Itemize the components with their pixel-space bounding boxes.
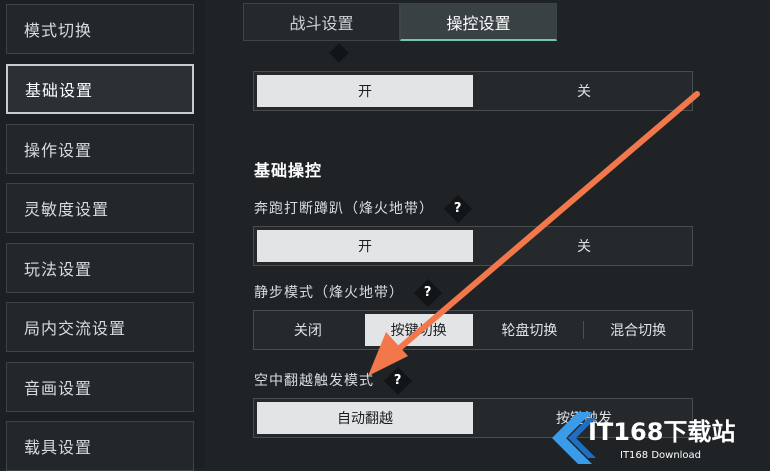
sidebar-item-gameplay-settings[interactable]: 玩法设置 [6, 243, 194, 293]
section-title: 基础操控 [254, 161, 323, 180]
option-on-button[interactable]: 开 [257, 230, 473, 262]
watermark-text: IT168下载站 [588, 418, 736, 446]
watermark-subtext: IT168 Download [620, 450, 702, 461]
sidebar-item-mode-switch[interactable]: 模式切换 [6, 4, 194, 54]
sidebar-item-audio-video-settings[interactable]: 音画设置 [6, 362, 194, 412]
option-mixed-toggle-button[interactable]: 混合切换 [584, 311, 692, 349]
option-wheel-toggle-button[interactable]: 轮盘切换 [476, 311, 584, 349]
sidebar-item-basic-settings[interactable]: 基础设置 [6, 64, 194, 114]
sidebar: 模式切换 基础设置 操作设置 灵敏度设置 玩法设置 局内交流设置 音画设置 载具… [0, 0, 205, 471]
option-key-toggle-button[interactable]: 按键切换 [364, 314, 473, 346]
sidebar-item-sensitivity-settings[interactable]: 灵敏度设置 [6, 183, 194, 233]
setting-label-air-vault: 空中翻越触发模式? [254, 366, 413, 396]
settings-tabs: 战斗设置 操控设置 [243, 3, 557, 41]
help-icon[interactable]: ? [383, 366, 413, 396]
tab-combat-settings[interactable]: 战斗设置 [243, 3, 400, 41]
top-toggle: 开 关 [253, 71, 693, 111]
quiet-step-selector: 关闭 按键切换 轮盘切换 混合切换 [253, 310, 693, 350]
toggle-off-button[interactable]: 关 [476, 72, 692, 110]
option-close-button[interactable]: 关闭 [254, 311, 362, 349]
sprint-interrupt-toggle: 开 关 [253, 226, 693, 266]
setting-label-quiet-step: 静步模式（烽火地带）? [254, 278, 443, 308]
sidebar-item-operation-settings[interactable]: 操作设置 [6, 124, 194, 174]
help-icon[interactable] [329, 43, 349, 63]
option-auto-vault-button[interactable]: 自动翻越 [257, 402, 473, 434]
sidebar-item-chat-settings[interactable]: 局内交流设置 [6, 302, 194, 352]
setting-label-sprint-interrupt: 奔跑打断蹲趴（烽火地带）? [254, 194, 473, 224]
tab-control-settings[interactable]: 操控设置 [400, 3, 557, 41]
help-icon[interactable]: ? [413, 278, 443, 308]
toggle-on-button[interactable]: 开 [257, 75, 473, 107]
sidebar-item-vehicle-settings[interactable]: 载具设置 [6, 421, 194, 471]
help-icon[interactable]: ? [443, 194, 473, 224]
option-off-button[interactable]: 关 [476, 227, 692, 265]
